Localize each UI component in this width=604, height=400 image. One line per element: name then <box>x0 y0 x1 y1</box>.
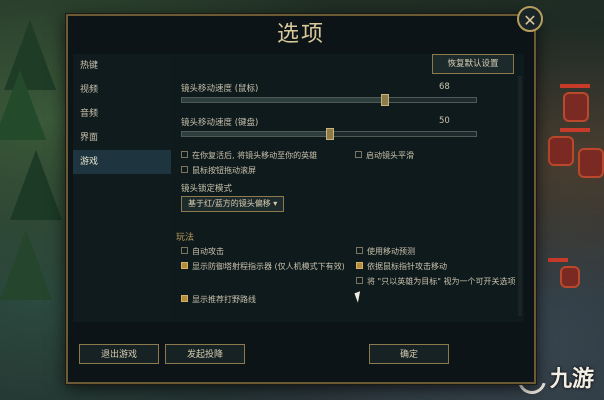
tree-decoration <box>0 70 46 140</box>
checkbox-box[interactable] <box>356 247 363 254</box>
watermark-text: 九游 <box>549 367 594 392</box>
checkbox-box[interactable] <box>181 166 188 173</box>
checkbox-jungle-path[interactable]: 显示推荐打野路线 <box>181 294 256 305</box>
panel-scrollbar[interactable] <box>518 76 522 316</box>
slider-thumb[interactable] <box>326 128 334 140</box>
options-dialog: 选项 热键 视频 音频 界面 游戏 恢复默认设置 镜头移动速度 (鼠标) 68 … <box>66 14 536 384</box>
dialog-footer: 退出游戏 发起投降 确定 <box>73 330 529 382</box>
checkbox-label: 启动镜头平滑 <box>366 151 414 160</box>
slider-fill <box>182 132 329 136</box>
checkbox-label: 将 "只以英雄为目标" 视为一个可开关选项 <box>367 277 516 286</box>
enemy-minion[interactable] <box>578 148 604 178</box>
select-value: 基于红/蓝方的镜头偏移 <box>188 199 271 208</box>
checkbox-box[interactable] <box>355 151 362 158</box>
checkbox-box[interactable] <box>356 277 363 284</box>
sidebar-item-audio[interactable]: 音频 <box>73 102 171 126</box>
tree-decoration <box>0 230 52 300</box>
mouse-speed-slider[interactable] <box>181 94 477 106</box>
enemy-minion[interactable] <box>548 136 574 166</box>
checkbox-attack-move-cursor[interactable]: 依据鼠标指针攻击移动 <box>356 261 447 272</box>
options-sidebar: 热键 视频 音频 界面 游戏 <box>73 54 171 322</box>
chevron-down-icon: ▾ <box>273 199 278 208</box>
checkbox-label: 自动攻击 <box>192 247 224 256</box>
sidebar-item-video[interactable]: 视频 <box>73 78 171 102</box>
mouse-speed-value: 68 <box>439 82 450 92</box>
camera-lock-mode-select[interactable]: 基于红/蓝方的镜头偏移 ▾ <box>181 196 285 212</box>
sidebar-item-hotkeys[interactable]: 热键 <box>73 54 171 78</box>
enemy-health-bar <box>560 84 590 88</box>
restore-defaults-button[interactable]: 恢复默认设置 <box>432 54 514 74</box>
checkbox-auto-attack[interactable]: 自动攻击 <box>181 246 224 257</box>
keyboard-speed-value: 50 <box>439 116 450 126</box>
checkbox-label: 显示推荐打野路线 <box>192 295 256 304</box>
ok-button[interactable]: 确定 <box>369 344 449 364</box>
enemy-health-bar <box>560 128 590 132</box>
keyboard-speed-slider[interactable] <box>181 128 477 140</box>
checkbox-tower-range-indicator[interactable]: 显示防御塔射程指示器 (仅人机模式下有效) <box>181 261 349 272</box>
enemy-minion[interactable] <box>563 92 589 122</box>
enemy-health-bar <box>548 258 568 262</box>
tree-decoration <box>10 150 62 220</box>
sidebar-item-game[interactable]: 游戏 <box>73 150 171 174</box>
checkbox-label: 在你复活后, 将镜头移动至你的英雄 <box>192 151 318 160</box>
camera-lock-mode-label: 镜头锁定模式 <box>181 184 233 194</box>
exit-game-button[interactable]: 退出游戏 <box>79 344 159 364</box>
enemy-minion[interactable] <box>560 266 580 288</box>
checkbox-camera-smoothing[interactable]: 启动镜头平滑 <box>355 150 414 161</box>
close-icon: ✕ <box>523 11 537 30</box>
checkbox-target-champions-only-toggle[interactable]: 将 "只以英雄为目标" 视为一个可开关选项 <box>356 276 516 287</box>
title-bar: 选项 <box>68 16 534 54</box>
checkbox-box[interactable] <box>356 262 363 269</box>
checkbox-move-prediction[interactable]: 使用移动预测 <box>356 246 415 257</box>
checkbox-label: 鼠标按钮拖动滚屏 <box>192 166 256 175</box>
mouse-speed-label: 镜头移动速度 (鼠标) <box>181 84 259 94</box>
checkbox-move-camera-on-respawn[interactable]: 在你复活后, 将镜头移动至你的英雄 <box>181 150 317 161</box>
checkbox-drag-scroll[interactable]: 鼠标按钮拖动滚屏 <box>181 165 256 176</box>
checkbox-label: 显示防御塔射程指示器 (仅人机模式下有效) <box>192 262 345 271</box>
game-settings-panel: 恢复默认设置 镜头移动速度 (鼠标) 68 镜头移动速度 (键盘) 50 在你复… <box>171 54 524 322</box>
checkbox-label: 依据鼠标指针攻击移动 <box>367 262 447 271</box>
dialog-title: 选项 <box>276 22 325 47</box>
gameplay-section-title: 玩法 <box>176 233 195 243</box>
sidebar-item-interface[interactable]: 界面 <box>73 126 171 150</box>
slider-thumb[interactable] <box>381 94 389 106</box>
surrender-button[interactable]: 发起投降 <box>165 344 245 364</box>
checkbox-box[interactable] <box>181 295 188 302</box>
close-button[interactable]: ✕ <box>517 6 543 32</box>
checkbox-box[interactable] <box>181 151 188 158</box>
checkbox-label: 使用移动预测 <box>367 247 415 256</box>
slider-fill <box>182 98 382 102</box>
checkbox-box[interactable] <box>181 262 188 269</box>
keyboard-speed-label: 镜头移动速度 (键盘) <box>181 118 259 128</box>
checkbox-box[interactable] <box>181 247 188 254</box>
